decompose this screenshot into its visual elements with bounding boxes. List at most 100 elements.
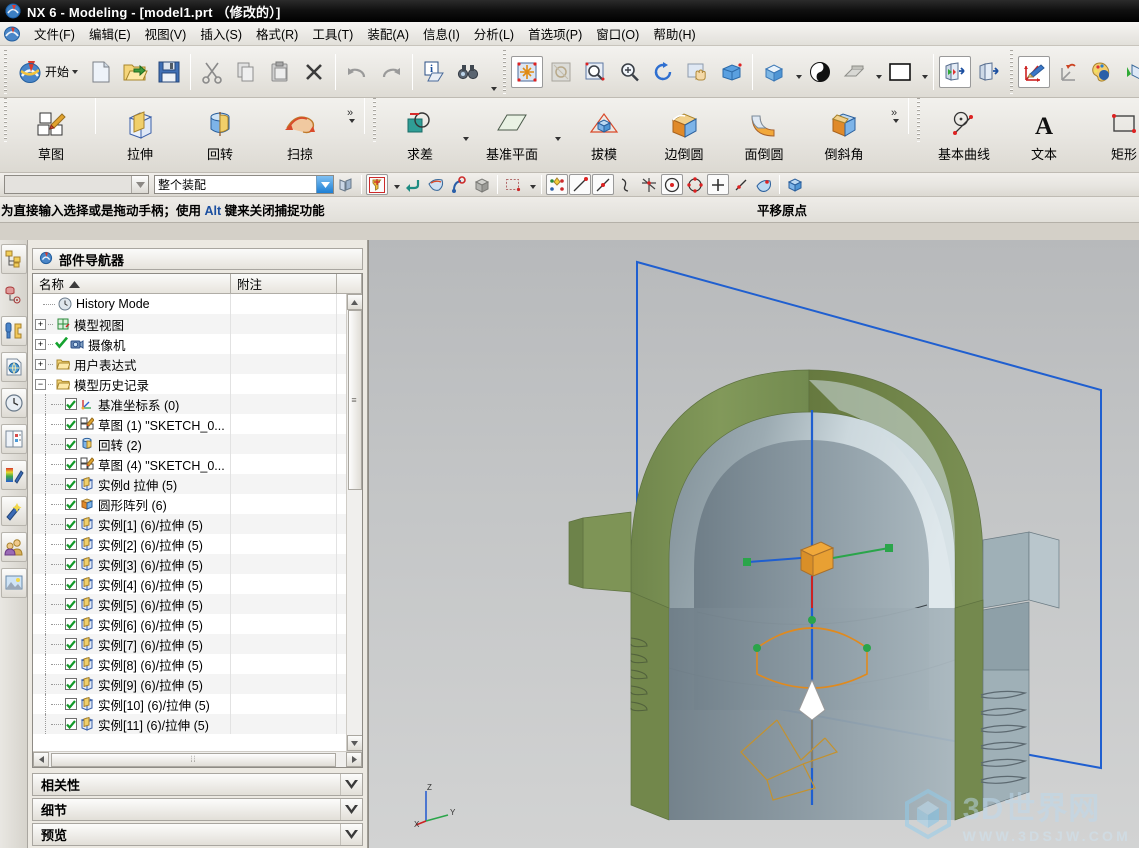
scroll-down-button[interactable] [346, 735, 362, 751]
sidebar-item-system-visual-scene[interactable] [0, 568, 27, 598]
tree-expander[interactable]: + [35, 338, 46, 350]
cut-button[interactable] [196, 56, 228, 88]
zoom-window-button[interactable] [579, 56, 611, 88]
table-row[interactable]: 圆形阵列 (6) [33, 494, 346, 514]
rectangle-select-dropdown[interactable] [525, 174, 537, 195]
menu-preferences[interactable]: 首选项(P) [521, 21, 589, 46]
orient-view-button[interactable] [758, 56, 790, 88]
undo-button[interactable] [341, 56, 373, 88]
chevron-down-icon[interactable] [340, 774, 362, 795]
perspective-button[interactable] [715, 56, 747, 88]
tree-expander[interactable]: − [35, 378, 46, 390]
feature-checkbox[interactable] [65, 438, 77, 450]
orient-view-dropdown[interactable] [791, 56, 803, 88]
menu-format[interactable]: 格式(R) [249, 21, 305, 46]
type-filter-combo[interactable] [4, 175, 149, 194]
feature-checkbox[interactable] [65, 498, 77, 510]
feature-checkbox[interactable] [65, 558, 77, 570]
face-blend-button[interactable]: 面倒圆 [724, 104, 804, 166]
scope-filter-dropdown-arrow[interactable] [316, 176, 333, 193]
toolbar-grip[interactable] [1008, 49, 1016, 94]
sidebar-item-reuse-library[interactable] [0, 352, 27, 382]
sweep-button[interactable]: 扫掠 [260, 104, 340, 166]
background-color-button[interactable] [884, 56, 916, 88]
new-button[interactable] [85, 56, 117, 88]
details-section[interactable]: 细节 [32, 798, 363, 821]
scope-filter-combo[interactable]: 整个装配 [154, 175, 334, 194]
toolbar-grip[interactable] [2, 98, 9, 142]
tree-vertical-scrollbar[interactable]: ≡ [346, 294, 362, 751]
preview-section[interactable]: 预览 [32, 823, 363, 846]
snap-point-on-curve-button[interactable] [730, 174, 752, 195]
wcs-dynamics-button[interactable] [1018, 55, 1051, 88]
clip-button[interactable] [838, 56, 870, 88]
basic-curve-button[interactable]: 基本曲线 [924, 104, 1004, 166]
table-row[interactable]: 回转 (2) [33, 434, 346, 454]
tree-expander[interactable]: + [35, 358, 46, 370]
hide-button[interactable] [973, 56, 1005, 88]
scroll-left-button[interactable] [33, 752, 49, 767]
start-button[interactable]: 开始 [12, 56, 83, 88]
material-button[interactable] [1086, 56, 1118, 88]
tree-horizontal-scrollbar[interactable]: ⦙⦙ [33, 751, 362, 767]
table-row[interactable]: 实例[8] (6)/拉伸 (5) [33, 654, 346, 674]
wcs-origin-button[interactable] [1052, 56, 1084, 88]
table-row[interactable]: 实例[5] (6)/拉伸 (5) [33, 594, 346, 614]
subtract-dropdown[interactable] [460, 137, 472, 155]
menu-analysis[interactable]: 分析(L) [467, 21, 521, 46]
menu-window[interactable]: 窗口(O) [589, 21, 646, 46]
snap-extra-button[interactable] [784, 174, 806, 195]
paste-button[interactable] [264, 56, 296, 88]
standard-toolbar-overflow[interactable] [485, 50, 499, 94]
graphics-window[interactable]: X Y Z Z Y [368, 240, 1139, 848]
info-button[interactable]: i [418, 56, 450, 88]
find-button[interactable] [452, 56, 484, 88]
tree-rows-container[interactable]: History Mode + 模型视图 + 摄像机 + 用户表达式 − 模型历史记录 基准坐标系 … [33, 294, 362, 751]
table-row[interactable]: 实例[4] (6)/拉伸 (5) [33, 574, 346, 594]
menu-tools[interactable]: 工具(T) [305, 21, 360, 46]
table-row[interactable]: 实例[10] (6)/拉伸 (5) [33, 694, 346, 714]
menu-view[interactable]: 视图(V) [138, 21, 194, 46]
tree-expander[interactable]: + [35, 318, 46, 330]
select-body-button[interactable] [471, 174, 493, 195]
toolbar-grip[interactable] [501, 49, 509, 94]
sidebar-item-system-materials[interactable] [0, 496, 27, 526]
table-row[interactable]: 实例d 拉伸 (5) [33, 474, 346, 494]
fit-button[interactable] [511, 55, 544, 88]
menu-insert[interactable]: 插入(S) [193, 21, 249, 46]
datum-plane-dropdown[interactable] [552, 137, 564, 155]
part-navigator-header[interactable]: 部件导航器 [32, 248, 363, 270]
scroll-up-button[interactable] [346, 294, 362, 310]
rectangle-select-button[interactable] [502, 174, 524, 195]
text-button[interactable]: A 文本 [1004, 104, 1084, 166]
background-color-dropdown[interactable] [917, 56, 929, 88]
hscroll-thumb[interactable]: ⦙⦙ [51, 752, 336, 767]
boolean-datum-overflow[interactable]: » [884, 104, 904, 129]
feature-checkbox[interactable] [65, 518, 77, 530]
menu-assemblies[interactable]: 装配(A) [360, 21, 416, 46]
dependencies-section[interactable]: 相关性 [32, 773, 363, 796]
toolbar-grip[interactable] [915, 98, 922, 142]
form-feature-overflow[interactable]: » [340, 104, 360, 129]
select-face-button[interactable] [425, 174, 447, 195]
zoom-button[interactable] [613, 56, 645, 88]
sidebar-item-roles[interactable] [0, 532, 27, 562]
layer-settings-button[interactable] [1120, 56, 1139, 88]
feature-checkbox[interactable] [65, 538, 77, 550]
feature-checkbox[interactable] [65, 698, 77, 710]
toolbar-grip[interactable] [2, 49, 9, 94]
sidebar-item-part-navigator[interactable] [0, 316, 27, 346]
column-header-note[interactable]: 附注 [231, 274, 337, 293]
extrude-button[interactable]: 拉伸 [100, 104, 180, 166]
datum-plane-button[interactable]: 基准平面 [472, 104, 552, 166]
table-row[interactable]: + 模型视图 [33, 314, 346, 334]
open-button[interactable] [119, 56, 151, 88]
selection-filter-dropdown[interactable] [389, 174, 401, 195]
chamfer-button[interactable]: 倒斜角 [804, 104, 884, 166]
feature-checkbox[interactable] [65, 478, 77, 490]
draft-button[interactable]: 拔模 [564, 104, 644, 166]
table-row[interactable]: 实例[1] (6)/拉伸 (5) [33, 514, 346, 534]
snap-control-point-button[interactable] [615, 174, 637, 195]
copy-button[interactable] [230, 56, 262, 88]
sketch-button[interactable]: 草图 [11, 104, 91, 166]
